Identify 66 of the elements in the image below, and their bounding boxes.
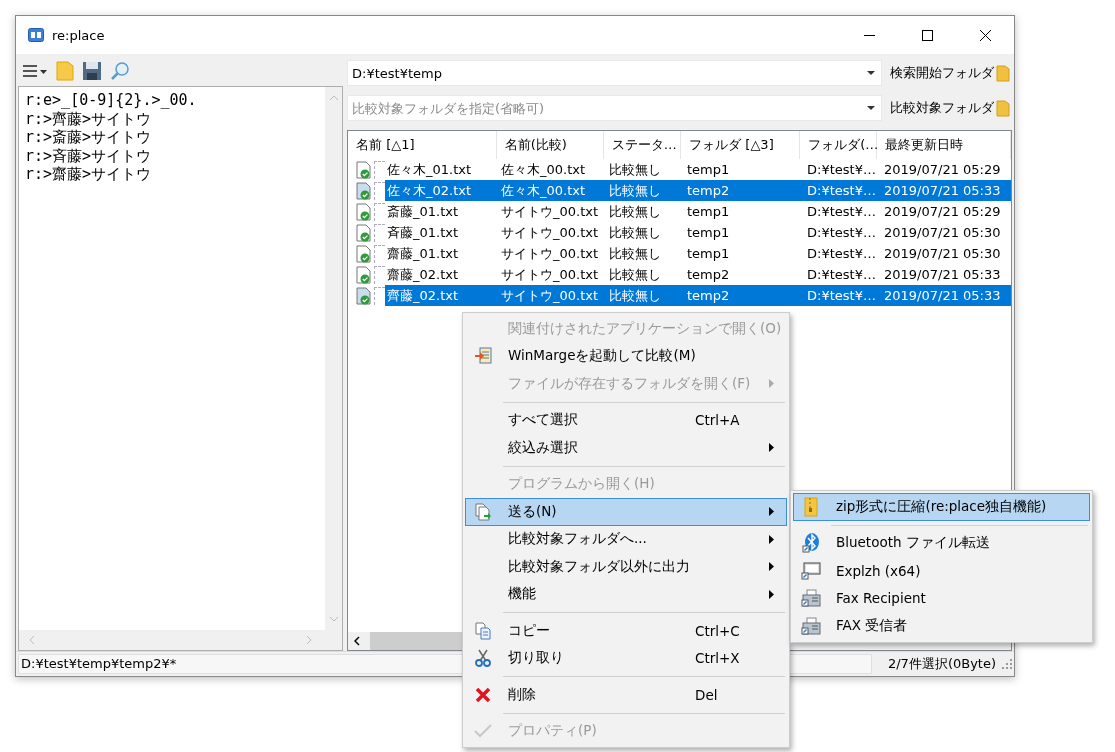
column-header[interactable]: ステータ…	[603, 131, 682, 159]
menu-item[interactable]: 比較対象フォルダへ...	[465, 525, 787, 553]
menu-item[interactable]: コピー Ctrl+C	[465, 617, 787, 645]
submenu-arrow-icon	[769, 534, 774, 544]
fax-icon	[801, 616, 821, 635]
document-arrow-icon	[474, 347, 492, 366]
file-check-icon	[356, 244, 372, 263]
menu-item[interactable]: FAX 受信者	[793, 612, 1090, 640]
zip-folder-icon	[804, 496, 818, 517]
close-icon	[979, 29, 991, 41]
menu-item[interactable]: Explzh (x64)	[793, 557, 1090, 585]
dropdown-arrow-icon[interactable]	[867, 105, 875, 111]
column-header[interactable]: フォルダ [△3]	[681, 131, 801, 159]
submenu-arrow-icon	[769, 379, 774, 389]
table-row[interactable]: 齋藤_02.txt サイトウ_00.txt 比較無し temp2 D:¥test¥… 2019/07/21 05:33	[385, 264, 1011, 285]
search-folder-combo[interactable]: D:¥test¥temp	[347, 60, 882, 86]
column-header[interactable]: 最終更新日時	[877, 131, 1011, 159]
file-check-icon	[356, 202, 372, 221]
table-row[interactable]: 斉藤_01.txt サイトウ_00.txt 比較無し temp1 D:¥test¥… 2019/07/21 05:30	[385, 222, 1011, 243]
menu-item[interactable]: 送る(N)	[465, 498, 787, 526]
search-icon[interactable]	[110, 61, 130, 81]
column-header[interactable]: 名前 [△1]	[348, 131, 497, 159]
menu-icon[interactable]	[22, 63, 48, 79]
resize-grip-icon[interactable]	[1002, 659, 1012, 669]
file-check-icon	[356, 160, 372, 179]
menu-item[interactable]: 機能	[465, 580, 787, 608]
copy-icon	[474, 621, 492, 640]
file-check-icon	[356, 265, 372, 284]
selection-count: 2/7件選択(0Byte)	[887, 655, 996, 673]
file-check-icon	[356, 181, 372, 200]
file-check-icon	[356, 223, 372, 242]
submenu-arrow-icon	[769, 589, 774, 599]
submenu-arrow-icon	[769, 507, 774, 517]
app-icon	[28, 28, 44, 42]
table-row[interactable]: 斎藤_01.txt サイトウ_00.txt 比較無し temp1 D:¥test¥… 2019/07/21 05:29	[385, 201, 1011, 222]
folder-icon	[996, 64, 1010, 82]
menu-item[interactable]: zip形式に圧縮(re:place独自機能)	[793, 493, 1090, 521]
menu-item[interactable]: Fax Recipient	[793, 584, 1090, 612]
fax-icon	[801, 589, 821, 608]
menu-item[interactable]: 絞込み選択	[465, 434, 787, 462]
menu-item[interactable]: WinMargeを起動して比較(M)	[465, 342, 787, 370]
column-header[interactable]: フォルダ(…	[800, 131, 878, 159]
table-row[interactable]: 齋藤_01.txt サイトウ_00.txt 比較無し temp1 D:¥test¥… 2019/07/21 05:30	[385, 243, 1011, 264]
window-title: re:place	[52, 27, 105, 43]
table-row[interactable]: 齊藤_02.txt サイトウ_00.txt 比較無し temp2 D:¥test¥… 2019/07/21 05:33	[385, 285, 1011, 306]
menu-item[interactable]: 削除 Del	[465, 681, 787, 709]
delete-icon	[475, 686, 491, 703]
table-row[interactable]: 佐々木_02.txt 佐々木_00.txt 比較無し temp2 D:¥test¥… 2019/07/21 05:33	[385, 180, 1011, 201]
menu-item[interactable]: 比較対象フォルダ以外に出力	[465, 553, 787, 581]
maximize-icon	[921, 29, 933, 41]
file-check-icon	[356, 286, 372, 305]
menu-item[interactable]: Bluetooth ファイル転送	[793, 529, 1090, 557]
scissors-icon	[475, 649, 491, 668]
monitor-icon	[801, 561, 821, 580]
table-row[interactable]: 佐々木_01.txt 佐々木_00.txt 比較無し temp1 D:¥test¥… 2019/07/21 05:29	[385, 159, 1011, 180]
document-send-icon	[474, 502, 492, 521]
menu-item[interactable]: すべて選択 Ctrl+A	[465, 406, 787, 434]
folder-icon	[996, 99, 1010, 117]
check-icon	[474, 724, 492, 739]
dropdown-arrow-icon[interactable]	[867, 70, 875, 76]
folder-icon[interactable]	[56, 61, 74, 81]
save-icon[interactable]	[82, 61, 102, 81]
submenu-arrow-icon	[769, 562, 774, 572]
column-header[interactable]: 名前(比較)	[496, 131, 604, 159]
submenu-arrow-icon	[769, 443, 774, 453]
bluetooth-icon	[802, 533, 820, 554]
